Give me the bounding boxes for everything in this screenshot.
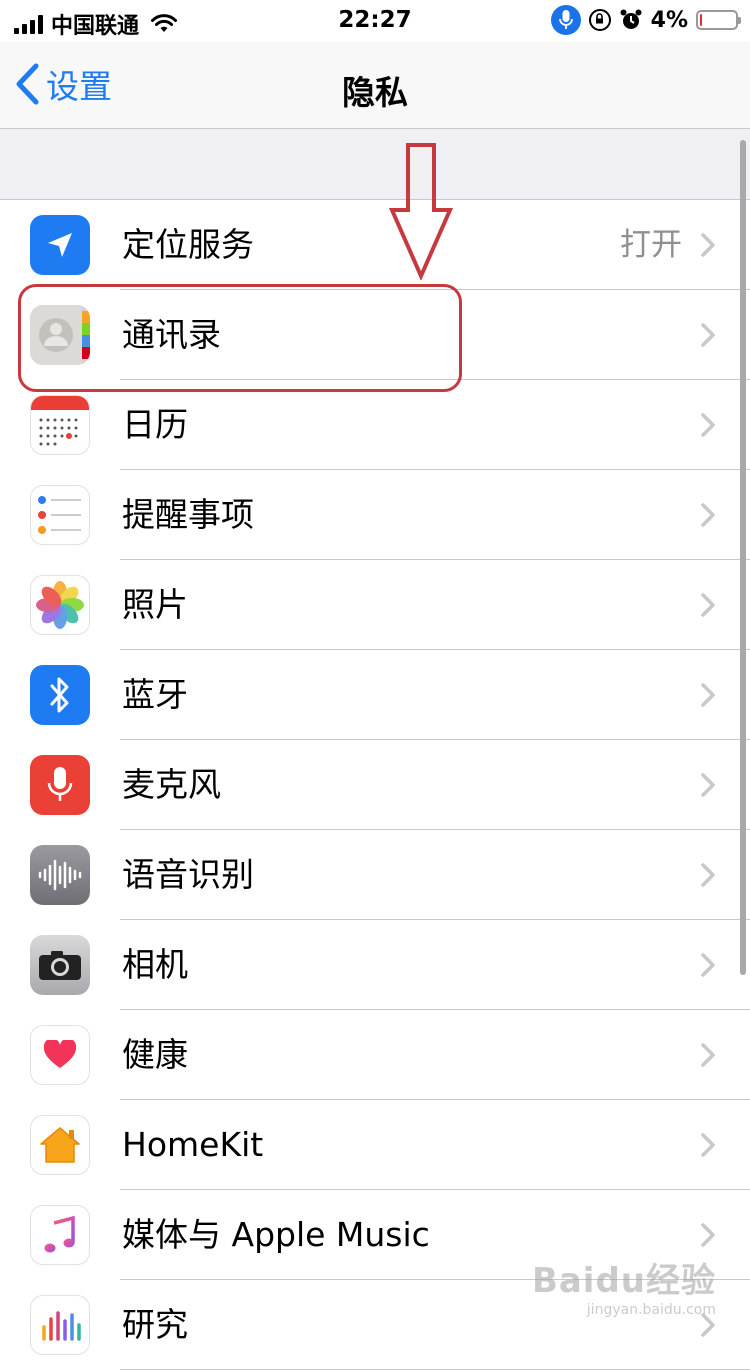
list-item-label: 提醒事项 [122, 495, 254, 534]
list-item-label: 媒体与 Apple Music [122, 1215, 430, 1254]
camera-icon [30, 935, 90, 995]
list-item-bluetooth[interactable]: 蓝牙 [0, 650, 750, 740]
battery-icon [696, 10, 741, 30]
list-item-microphone[interactable]: 麦克风 [0, 740, 750, 830]
chevron-right-icon [701, 1223, 715, 1247]
alarm-icon [620, 9, 642, 29]
chevron-right-icon [701, 1133, 715, 1157]
location-arrow-icon [30, 215, 90, 275]
microphone-icon [30, 755, 90, 815]
chevron-right-icon [701, 773, 715, 797]
rotation-lock-icon [588, 9, 611, 31]
chevron-right-icon [701, 593, 715, 617]
list-item-speech-recognition[interactable]: 语音识别 [0, 830, 750, 920]
navigation-bar: 设置 隐私 [0, 42, 750, 129]
health-heart-icon [30, 1025, 90, 1085]
chevron-right-icon [701, 503, 715, 527]
list-item-label: 相机 [122, 945, 188, 984]
list-item-photos[interactable]: 照片 [0, 560, 750, 650]
watermark: Baidu经验 jingyan.baidu.com [532, 1253, 716, 1318]
chevron-right-icon [701, 233, 715, 257]
list-item-camera[interactable]: 相机 [0, 920, 750, 1010]
list-item-label: 研究 [122, 1305, 188, 1344]
list-item-label: HomeKit [122, 1125, 264, 1164]
list-item-label: 麦克风 [122, 765, 221, 804]
watermark-logo-text: Baidu经验 [531, 1261, 716, 1301]
list-item-label: 日历 [122, 405, 188, 444]
page-title: 隐私 [342, 73, 408, 112]
list-item-label: 健康 [122, 1035, 188, 1074]
calendar-icon [30, 395, 90, 455]
highlight-box [18, 284, 462, 392]
chevron-right-icon [701, 683, 715, 707]
battery-percent: 4% [650, 7, 688, 33]
homekit-house-icon [30, 1115, 90, 1175]
chevron-right-icon [701, 863, 715, 887]
list-item-location-services[interactable]: 定位服务 打开 [0, 200, 750, 290]
microphone-icon [550, 5, 581, 35]
list-item-label: 照片 [122, 585, 188, 624]
list-item-label: 定位服务 [122, 225, 254, 264]
list-item-label: 蓝牙 [122, 675, 188, 714]
watermark-url: jingyan.baidu.com [586, 1302, 716, 1318]
down-arrow-icon [388, 143, 454, 280]
list-item-health[interactable]: 健康 [0, 1010, 750, 1100]
group-header-spacer [0, 129, 750, 200]
chevron-right-icon [701, 323, 715, 347]
chevron-right-icon [701, 413, 715, 437]
music-note-icon [30, 1205, 90, 1265]
list-item-label: 语音识别 [122, 855, 254, 894]
reminders-icon [30, 485, 90, 545]
list-item-detail: 打开 [620, 227, 682, 263]
speech-recognition-icon [30, 845, 90, 905]
status-bar: 中国联通 22:27 4% [0, 0, 750, 42]
research-icon [30, 1295, 90, 1355]
list-item-reminders[interactable]: 提醒事项 [0, 470, 750, 560]
photos-icon [30, 575, 90, 635]
chevron-right-icon [701, 1043, 715, 1067]
scroll-indicator[interactable] [740, 140, 746, 975]
bluetooth-icon [30, 665, 90, 725]
list-item-calendar[interactable]: 日历 [0, 380, 750, 470]
list-item-homekit[interactable]: HomeKit [0, 1100, 750, 1190]
chevron-right-icon [701, 953, 715, 977]
status-right: 4% [550, 5, 741, 35]
